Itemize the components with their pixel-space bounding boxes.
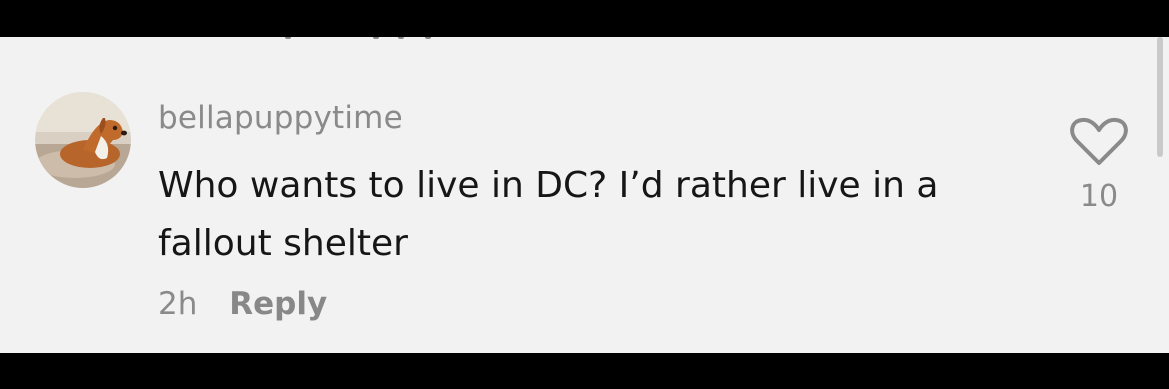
comment-text-line-2: fallout shelter xyxy=(158,223,408,264)
bottom-letterbox-bar xyxy=(0,353,1169,389)
comment-timestamp: 2h xyxy=(158,286,198,322)
like-button[interactable] xyxy=(1068,117,1130,167)
scrollbar[interactable] xyxy=(1157,37,1163,157)
comment-panel: bellapuppytime Who wants to live in DC? … xyxy=(0,37,1169,353)
dog-avatar-image xyxy=(35,92,131,188)
comment-username[interactable]: bellapuppytime xyxy=(158,100,403,136)
like-count: 10 xyxy=(1079,179,1119,214)
comment-text: Who wants to live in DC? I’d rather live… xyxy=(158,157,1038,273)
top-letterbox-bar xyxy=(0,0,1169,37)
heart-outline-icon xyxy=(1070,117,1128,165)
comment-text-line-1: Who wants to live in DC? I’d rather live… xyxy=(158,165,939,206)
comment-meta: 2h Reply xyxy=(158,286,327,322)
avatar[interactable] xyxy=(35,92,131,188)
previous-comment-remnant xyxy=(255,37,445,41)
reply-button[interactable]: Reply xyxy=(229,286,327,322)
